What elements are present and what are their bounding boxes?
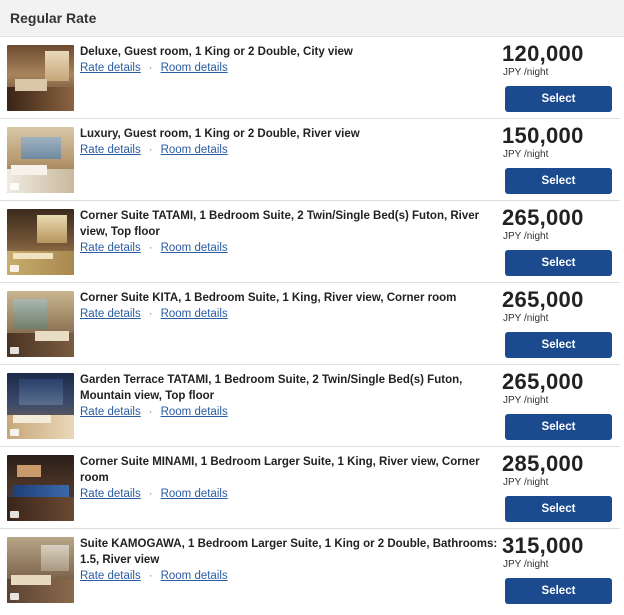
- price-box: 150,000 JPY /night: [502, 123, 614, 161]
- price-unit: JPY /night: [503, 395, 549, 406]
- select-button[interactable]: Select: [505, 414, 612, 440]
- room-price: 285,000: [502, 451, 584, 476]
- rate-details-link[interactable]: Rate details: [80, 242, 141, 254]
- room-details-link[interactable]: Room details: [161, 308, 228, 320]
- room-info: Corner Suite KITA, 1 Bedroom Suite, 1 Ki…: [80, 290, 500, 322]
- price-box: 265,000 JPY /night: [502, 287, 614, 325]
- room-photo[interactable]: [7, 291, 74, 357]
- room-row: Suite KAMOGAWA, 1 Bedroom Larger Suite, …: [0, 529, 620, 611]
- camera-icon: [10, 511, 19, 518]
- select-button[interactable]: Select: [505, 332, 612, 358]
- price-box: 285,000 JPY /night: [502, 451, 614, 489]
- room-info: Luxury, Guest room, 1 King or 2 Double, …: [80, 126, 500, 158]
- room-name: Corner Suite MINAMI, 1 Bedroom Larger Su…: [80, 456, 480, 484]
- section-header: Regular Rate: [0, 0, 624, 37]
- room-info: Corner Suite TATAMI, 1 Bedroom Suite, 2 …: [80, 208, 500, 256]
- rate-details-link[interactable]: Rate details: [80, 62, 141, 74]
- room-name: Garden Terrace TATAMI, 1 Bedroom Suite, …: [80, 374, 463, 402]
- room-info: Corner Suite MINAMI, 1 Bedroom Larger Su…: [80, 454, 500, 502]
- price-unit: JPY /night: [503, 313, 549, 324]
- price-box: 315,000 JPY /night: [502, 533, 614, 571]
- room-photo[interactable]: [7, 209, 74, 275]
- room-row: Corner Suite TATAMI, 1 Bedroom Suite, 2 …: [0, 201, 620, 283]
- room-name: Suite KAMOGAWA, 1 Bedroom Larger Suite, …: [80, 538, 498, 566]
- link-separator: ·: [148, 62, 153, 74]
- select-button[interactable]: Select: [505, 578, 612, 604]
- select-button[interactable]: Select: [505, 250, 612, 276]
- rate-details-link[interactable]: Rate details: [80, 308, 141, 320]
- room-info: Garden Terrace TATAMI, 1 Bedroom Suite, …: [80, 372, 500, 420]
- room-price: 315,000: [502, 533, 584, 558]
- room-row: Garden Terrace TATAMI, 1 Bedroom Suite, …: [0, 365, 620, 447]
- select-button[interactable]: Select: [505, 86, 612, 112]
- room-list: Deluxe, Guest room, 1 King or 2 Double, …: [0, 37, 620, 611]
- link-separator: ·: [148, 570, 153, 582]
- select-button[interactable]: Select: [505, 168, 612, 194]
- rate-details-link[interactable]: Rate details: [80, 570, 141, 582]
- room-price: 265,000: [502, 369, 584, 394]
- camera-icon: [10, 429, 19, 436]
- room-photo[interactable]: [7, 45, 74, 111]
- room-row: Corner Suite MINAMI, 1 Bedroom Larger Su…: [0, 447, 620, 529]
- price-unit: JPY /night: [503, 149, 549, 160]
- room-details-link[interactable]: Room details: [161, 406, 228, 418]
- room-details-link[interactable]: Room details: [161, 144, 228, 156]
- link-separator: ·: [148, 406, 153, 418]
- room-price: 265,000: [502, 287, 584, 312]
- select-button[interactable]: Select: [505, 496, 612, 522]
- room-details-link[interactable]: Room details: [161, 488, 228, 500]
- section-title: Regular Rate: [10, 10, 97, 26]
- room-photo[interactable]: [7, 537, 74, 603]
- room-price: 120,000: [502, 41, 584, 66]
- price-box: 265,000 JPY /night: [502, 369, 614, 407]
- room-name: Deluxe, Guest room, 1 King or 2 Double, …: [80, 46, 353, 58]
- price-unit: JPY /night: [503, 231, 549, 242]
- link-separator: ·: [148, 488, 153, 500]
- camera-icon: [10, 593, 19, 600]
- price-unit: JPY /night: [503, 477, 549, 488]
- room-details-link[interactable]: Room details: [161, 62, 228, 74]
- rate-details-link[interactable]: Rate details: [80, 488, 141, 500]
- camera-icon: [10, 347, 19, 354]
- room-row: Corner Suite KITA, 1 Bedroom Suite, 1 Ki…: [0, 283, 620, 365]
- price-box: 120,000 JPY /night: [502, 41, 614, 79]
- room-name: Corner Suite TATAMI, 1 Bedroom Suite, 2 …: [80, 210, 480, 238]
- link-separator: ·: [148, 308, 153, 320]
- room-name: Corner Suite KITA, 1 Bedroom Suite, 1 Ki…: [80, 292, 457, 304]
- camera-icon: [10, 265, 19, 272]
- rate-details-link[interactable]: Rate details: [80, 144, 141, 156]
- link-separator: ·: [148, 144, 153, 156]
- room-row: Deluxe, Guest room, 1 King or 2 Double, …: [0, 37, 620, 119]
- room-details-link[interactable]: Room details: [161, 570, 228, 582]
- link-separator: ·: [148, 242, 153, 254]
- price-unit: JPY /night: [503, 67, 549, 78]
- price-unit: JPY /night: [503, 559, 549, 570]
- room-info: Deluxe, Guest room, 1 King or 2 Double, …: [80, 44, 500, 76]
- rate-details-link[interactable]: Rate details: [80, 406, 141, 418]
- camera-icon: [10, 183, 19, 190]
- room-price: 265,000: [502, 205, 584, 230]
- room-photo[interactable]: [7, 455, 74, 521]
- room-price: 150,000: [502, 123, 584, 148]
- price-box: 265,000 JPY /night: [502, 205, 614, 243]
- room-row: Luxury, Guest room, 1 King or 2 Double, …: [0, 119, 620, 201]
- room-photo[interactable]: [7, 127, 74, 193]
- room-info: Suite KAMOGAWA, 1 Bedroom Larger Suite, …: [80, 536, 500, 584]
- room-details-link[interactable]: Room details: [161, 242, 228, 254]
- room-photo[interactable]: [7, 373, 74, 439]
- room-name: Luxury, Guest room, 1 King or 2 Double, …: [80, 128, 360, 140]
